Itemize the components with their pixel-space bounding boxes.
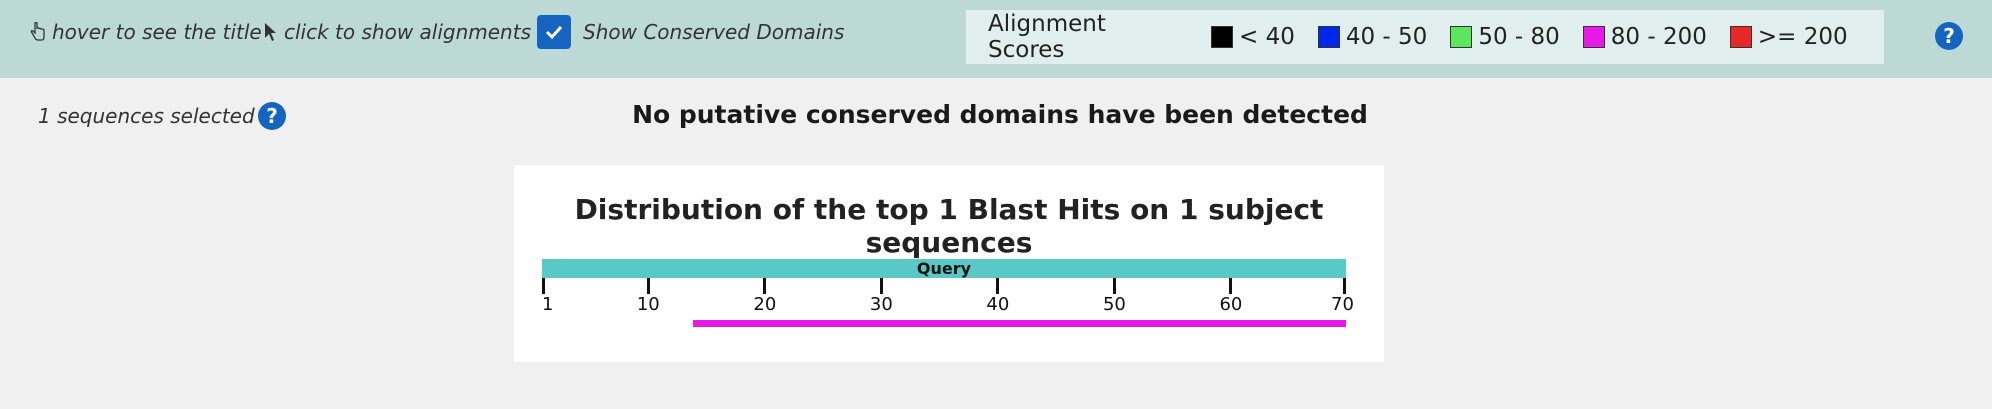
ruler-tick bbox=[763, 278, 767, 294]
legend-swatch bbox=[1317, 26, 1340, 48]
ruler-tick bbox=[996, 278, 1000, 294]
legend-item-label: >= 200 bbox=[1757, 24, 1848, 50]
alignment-hit-bar[interactable] bbox=[693, 320, 1346, 327]
legend-item-label: < 40 bbox=[1239, 24, 1295, 50]
click-hint: click to show alignments bbox=[264, 20, 531, 44]
conserved-domains-message: No putative conserved domains have been … bbox=[632, 100, 1368, 129]
conserved-domains-label: Show Conserved Domains bbox=[583, 20, 845, 44]
hover-hint: hover to see the title bbox=[30, 20, 262, 44]
legend-item-label: 80 - 200 bbox=[1610, 24, 1707, 50]
ruler-tick-label: 20 bbox=[753, 294, 777, 315]
legend-swatch bbox=[1729, 26, 1752, 48]
blast-hits-graphic: Distribution of the top 1 Blast Hits on … bbox=[514, 165, 1384, 362]
ruler-tick-label: 70 bbox=[1331, 294, 1354, 315]
cursor-arrow-icon bbox=[264, 22, 278, 42]
legend-item: >= 200 bbox=[1729, 24, 1848, 50]
ruler-tick-label: 60 bbox=[1219, 294, 1243, 315]
ruler-tick bbox=[1229, 278, 1233, 294]
show-conserved-domains-toggle[interactable]: Show Conserved Domains bbox=[537, 15, 844, 49]
legend-item: < 40 bbox=[1211, 24, 1295, 50]
toolbar: hover to see the title click to show ali… bbox=[0, 0, 1992, 78]
alignment-scores-legend: Alignment Scores < 40 40 - 50 50 - 80 80… bbox=[966, 10, 1884, 64]
legend-title: Alignment Scores bbox=[988, 11, 1106, 63]
legend-item: 50 - 80 bbox=[1450, 24, 1560, 50]
hover-hint-text: hover to see the title bbox=[52, 20, 262, 44]
conserved-domains-checkbox[interactable] bbox=[537, 15, 571, 49]
hand-pointer-icon bbox=[30, 22, 46, 42]
graphic-title: Distribution of the top 1 Blast Hits on … bbox=[574, 193, 1324, 259]
ruler-tick bbox=[542, 278, 545, 294]
legend-item-label: 50 - 80 bbox=[1478, 24, 1560, 50]
ruler-tick bbox=[879, 278, 883, 294]
checkmark-icon bbox=[545, 25, 563, 40]
ruler-tick-label: 1 bbox=[542, 294, 554, 315]
question-mark-icon[interactable]: ? bbox=[1935, 22, 1963, 50]
query-label: Query bbox=[916, 259, 972, 278]
ruler-tick bbox=[646, 278, 650, 294]
query-bar: Query bbox=[542, 259, 1346, 278]
legend-swatch bbox=[1450, 26, 1473, 48]
ruler-tick-label: 10 bbox=[636, 294, 660, 315]
click-hint-text: click to show alignments bbox=[284, 20, 531, 44]
ruler-tick bbox=[1112, 278, 1116, 294]
legend-item-label: 40 - 50 bbox=[1345, 24, 1428, 50]
legend-swatch bbox=[1582, 26, 1605, 48]
ruler-tick bbox=[1343, 278, 1346, 294]
legend-item: 80 - 200 bbox=[1582, 24, 1707, 50]
ruler-tick-label: 50 bbox=[1102, 294, 1126, 315]
ruler-tick-label: 40 bbox=[986, 294, 1010, 315]
help-button[interactable]: ? bbox=[1935, 22, 1963, 50]
ruler-tick-label: 30 bbox=[869, 294, 893, 315]
legend-item: 40 - 50 bbox=[1317, 24, 1428, 50]
legend-swatch bbox=[1211, 26, 1233, 48]
